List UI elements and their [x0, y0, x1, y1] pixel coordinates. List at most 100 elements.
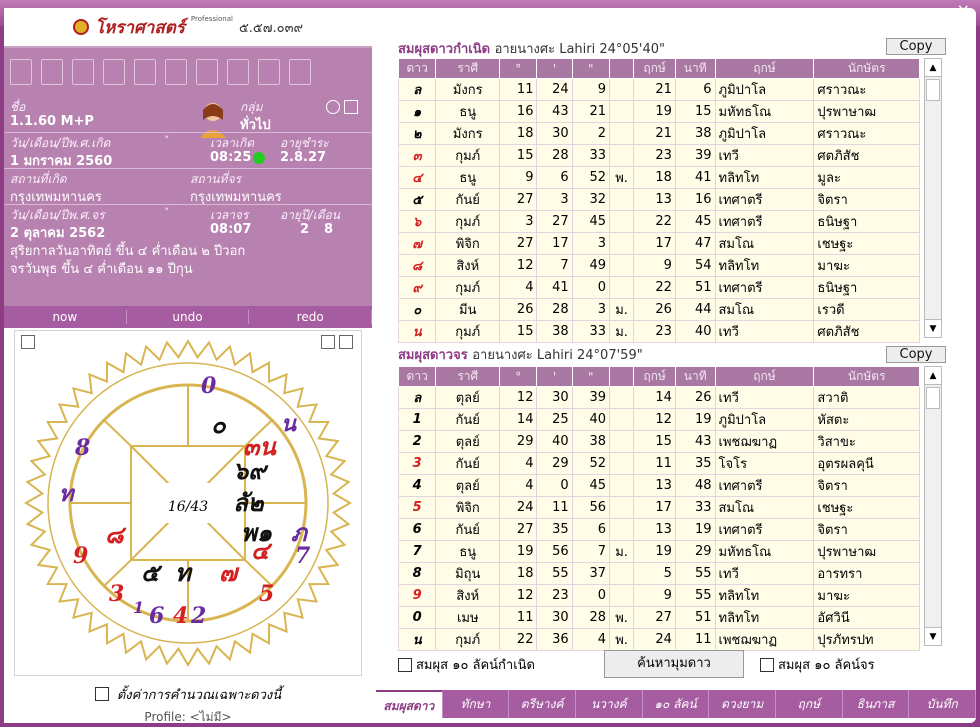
table-row[interactable]: ๗พิจิก 27 17 3 17 47 สมโณ เชษฐะ [397, 232, 920, 255]
transit-10-option[interactable]: สมผุส ๑๐ ลัคน์จร [760, 654, 875, 675]
table-row[interactable]: 1 กันย์ 14 25 40 12 19 ภูมิปาโล หัสตะ [397, 408, 920, 431]
search-icon[interactable] [196, 59, 218, 85]
tab-5[interactable]: ดวงยาม [709, 690, 777, 718]
export-icon[interactable] [258, 59, 280, 85]
table-cell: 28 [536, 298, 573, 321]
lock-icon[interactable] [326, 100, 340, 114]
scroll-thumb[interactable] [926, 387, 940, 409]
table-row[interactable]: 0 เมษ 11 30 28 พ. 27 51 ทลิทโท อัศวินี [397, 606, 920, 629]
tab-8[interactable]: บันทึก [909, 690, 977, 718]
table-cell: 11 [536, 496, 573, 519]
name-value[interactable]: 1.1.60 M+P [10, 114, 94, 129]
column-header: นักษัตร [813, 58, 920, 79]
chart-settings-checkbox[interactable] [94, 687, 109, 701]
tab-2[interactable]: ตรีษางค์ [509, 690, 577, 718]
natal-scrollbar[interactable]: ▲ ▼ [924, 58, 942, 338]
planet-symbol: ล [397, 78, 437, 101]
chart-copy-icon[interactable] [321, 335, 335, 349]
scroll-thumb[interactable] [926, 79, 940, 101]
tab-1[interactable]: ทักษา [442, 690, 510, 718]
column-header: ° [499, 58, 538, 79]
open-folder-icon[interactable] [41, 59, 63, 85]
planet-symbol: 6 [397, 518, 437, 541]
table-row[interactable]: ๐มีน 26 28 3 ม. 26 44 สมโณ เรวดี [397, 298, 920, 321]
settings-icon[interactable] [289, 59, 311, 85]
table-row[interactable]: ๔ธนู 9 6 52 พ. 18 41 ทลิทโท มูละ [397, 166, 920, 189]
outer-label: น [281, 411, 297, 437]
table-cell: 9 [633, 584, 676, 607]
natal-copy-button[interactable]: Copy [886, 38, 946, 55]
padlock-icon[interactable] [344, 100, 358, 114]
table-cell: พ. [608, 628, 635, 651]
edit-icon[interactable] [227, 59, 249, 85]
table-cell [608, 452, 635, 475]
scroll-up-icon[interactable]: ▲ [925, 59, 941, 77]
table-row[interactable]: นกุมภ์ 15 38 33 ม. 23 40 เทวี ศตภิสัช [397, 320, 920, 343]
table-row[interactable]: ลมังกร 11 24 9 21 6 ภูมิปาโล ศราวณะ [397, 78, 920, 101]
planet-symbol: ๕ [397, 188, 437, 211]
scroll-down-icon[interactable]: ▼ [925, 319, 941, 337]
chart-option-icon[interactable] [21, 335, 35, 349]
table-row[interactable]: 3 กันย์ 4 29 52 11 35 โจโร อุตรผลคุนี [397, 452, 920, 475]
table-row[interactable]: ลตุลย์ 12 30 39 14 26 เทวี สวาติ [397, 386, 920, 409]
table-cell: มีน [435, 298, 501, 321]
transit-copy-button[interactable]: Copy [886, 346, 946, 363]
transit-10-checkbox[interactable] [760, 657, 774, 672]
scroll-up-icon[interactable]: ▲ [925, 367, 941, 385]
tab-3[interactable]: นวางค์ [576, 690, 643, 718]
column-header: ฤกษ์ [714, 366, 815, 387]
redo-button[interactable]: redo [249, 310, 373, 324]
tab-4[interactable]: ๑๐ ลัคน์ [642, 690, 710, 718]
table-row[interactable]: ๘สิงห์ 12 7 49 9 54 ทลิทโท มาฆะ [397, 254, 920, 277]
transit-scrollbar[interactable]: ▲ ▼ [924, 366, 942, 646]
table-cell: กุมภ์ [435, 628, 501, 651]
table-cell: 0 [571, 276, 611, 299]
natal-10-option[interactable]: สมผุส ๑๐ ลัคน์กำเนิด [398, 654, 535, 675]
cut-icon[interactable] [165, 59, 187, 85]
table-cell: 40 [536, 430, 573, 453]
tab-7[interactable]: ธินภาส [842, 690, 910, 718]
outer-label: 6 [149, 603, 164, 629]
transit-time-value[interactable]: 08:07 [210, 222, 251, 237]
table-row[interactable]: 5 พิจิก 24 11 56 17 33 สมโณ เชษฐะ [397, 496, 920, 519]
table-row[interactable]: 9 สิงห์ 12 23 0 9 55 ทลิทโท มาฆะ [397, 584, 920, 607]
tab-6[interactable]: ฤกษ์ [776, 690, 843, 718]
undo-button[interactable]: undo [127, 310, 250, 324]
table-row[interactable]: 6 กันย์ 27 35 6 13 19 เทศาตรี จิตรา [397, 518, 920, 541]
chart-next-icon[interactable] [339, 335, 353, 349]
table-row[interactable]: ๑ธนู 16 43 21 19 15 มหัทธโณ ปุรพาษาฒ [397, 100, 920, 123]
app-brand: โหราศาสตร์ [94, 17, 185, 38]
table-row[interactable]: 4 ตุลย์ 4 0 45 13 48 เทศาตรี จิตรา [397, 474, 920, 497]
save-icon[interactable] [72, 59, 94, 85]
table-cell: 19 [633, 100, 676, 123]
table-cell: 52 [571, 452, 611, 475]
scroll-down-icon[interactable]: ▼ [925, 627, 941, 645]
table-row[interactable]: ๒มังกร 18 30 2 21 38 ภูมิปาโล ศราวณะ [397, 122, 920, 145]
table-row[interactable]: ๙กุมภ์ 4 41 0 22 51 เทศาตรี ธนิษฐา [397, 276, 920, 299]
table-row[interactable]: ๕กันย์ 27 3 32 13 16 เทศาตรี จิตรา [397, 188, 920, 211]
birth-date-dropdown-icon[interactable]: ˅ [164, 134, 170, 147]
table-row[interactable]: 2 ตุลย์ 29 40 38 15 43 เพชฌฆาฏ วิสาขะ [397, 430, 920, 453]
table-cell: 12 [499, 386, 538, 409]
table-row[interactable]: ๓กุมภ์ 15 28 33 23 39 เทวี ศตภิสัช [397, 144, 920, 167]
search-angle-button[interactable]: ค้นหามุมดาว [604, 650, 744, 678]
print-icon[interactable] [134, 59, 156, 85]
natal-10-checkbox[interactable] [398, 657, 412, 672]
table-row[interactable]: 7 ธนู 19 56 7 ม. 19 29 มหัทธโณ ปุรพาษาฒ [397, 540, 920, 563]
natal-table: ดาว ราศี ° ' " ฤกษ์ นาที ฤกษ์ นักษัตร ลมังกร 11 24… [397, 58, 920, 343]
table-cell: กุมภ์ [435, 210, 501, 233]
table-row[interactable]: 8 มิถุน 18 55 37 5 55 เทวี อารทรา [397, 562, 920, 585]
table-cell: กันย์ [435, 188, 501, 211]
planet-symbol: ล [397, 386, 437, 409]
new-file-icon[interactable] [10, 59, 32, 85]
table-cell: 17 [536, 232, 573, 255]
table-cell: 3 [571, 232, 611, 255]
tab-0[interactable]: สมผุสดาว [376, 690, 443, 718]
transit-date-dropdown-icon[interactable]: ˅ [164, 206, 170, 219]
now-button[interactable]: now [4, 310, 127, 324]
delete-icon[interactable] [103, 59, 125, 85]
table-row[interactable]: นกุมภ์ 22 36 4 พ. 24 11 เพชฌฆาฏ ปุรภัทรปท [397, 628, 920, 651]
table-row[interactable]: ๖กุมภ์ 3 27 45 22 45 เทศาตรี ธนิษฐา [397, 210, 920, 233]
birth-time-value[interactable]: 08:25 [210, 150, 251, 165]
logo-icon [72, 19, 89, 35]
